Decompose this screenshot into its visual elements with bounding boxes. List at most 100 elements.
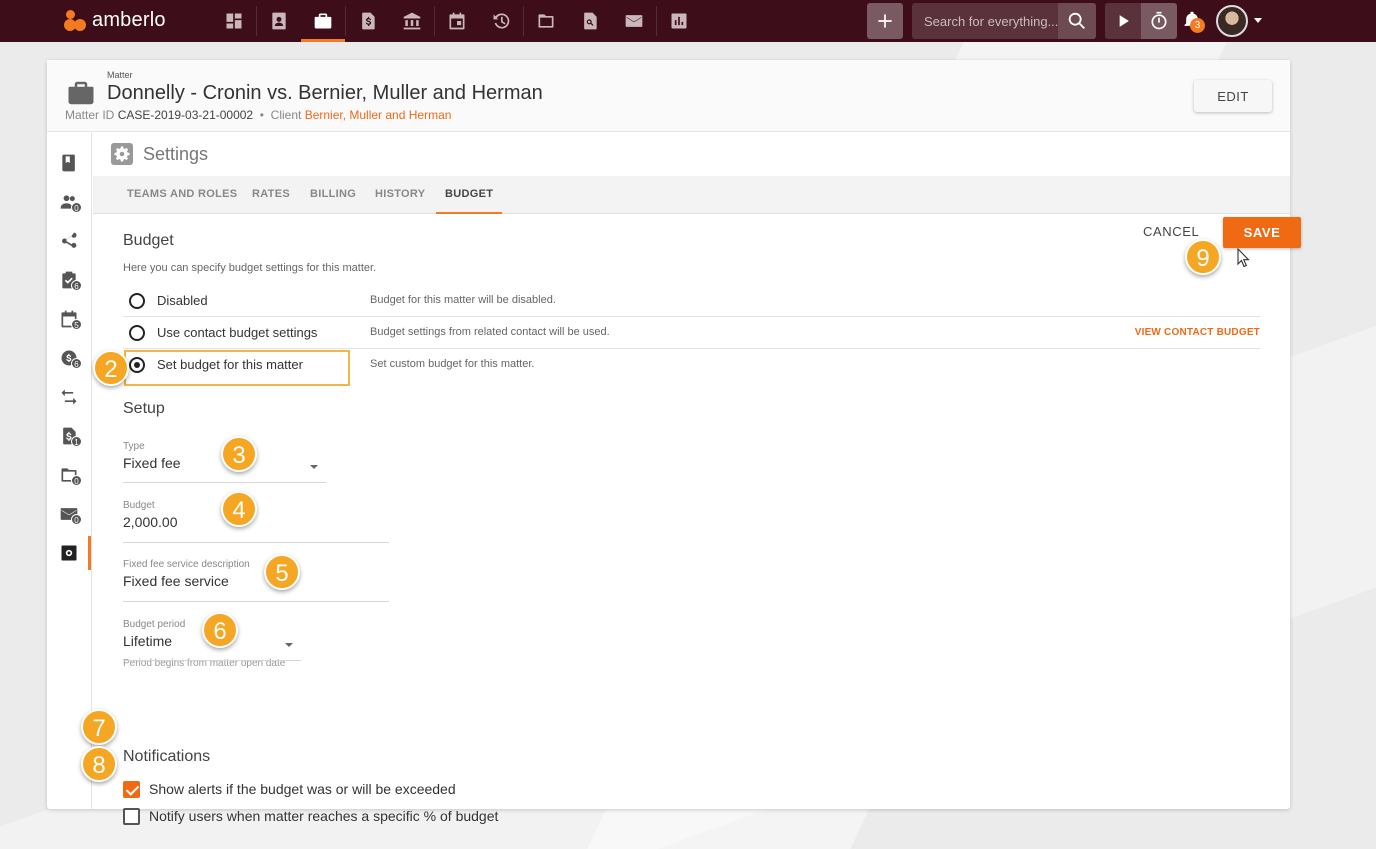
matters-icon[interactable]	[301, 0, 345, 42]
matter-id-label: Matter ID	[65, 108, 115, 122]
gear-icon	[111, 143, 133, 165]
radio-disabled[interactable]	[129, 293, 145, 309]
budget-percent-option[interactable]: Notify users when matter reaches a speci…	[123, 806, 498, 826]
chevron-down-icon	[285, 643, 293, 647]
option-description: Budget for this matter will be disabled.	[370, 294, 556, 306]
client-link[interactable]: Bernier, Muller and Herman	[305, 108, 452, 122]
save-button[interactable]: SAVE	[1223, 217, 1301, 248]
budget-alert-label: Show alerts if the budget was or will be…	[149, 781, 456, 797]
settings-header: Settings	[93, 133, 1290, 176]
documents-icon[interactable]	[524, 0, 568, 42]
reports-icon[interactable]	[657, 0, 701, 42]
step-marker-3: 3	[221, 436, 257, 472]
step-marker-2: 2	[93, 350, 129, 386]
type-select[interactable]: Type Fixed fee	[123, 441, 326, 483]
matter-sidebar: 0 6 5 6 1 0 0	[47, 133, 92, 809]
tab-budget[interactable]: BUDGET	[435, 176, 503, 214]
budget-heading: Budget	[123, 232, 174, 249]
budget-alert-option[interactable]: Show alerts if the budget was or will be…	[123, 779, 456, 799]
timer-controls	[1105, 3, 1177, 39]
stopwatch-icon	[1151, 11, 1167, 30]
chevron-down-icon[interactable]	[1254, 18, 1262, 23]
radio-contact-budget[interactable]	[129, 325, 145, 341]
timer-button[interactable]	[1141, 3, 1177, 39]
calendar-icon[interactable]: 5	[59, 309, 83, 333]
highlight-box	[124, 350, 350, 386]
time-icon[interactable]	[479, 0, 523, 42]
contacts-icon[interactable]	[257, 0, 301, 42]
option-label: Disabled	[157, 293, 208, 308]
budget-percent-checkbox[interactable]	[123, 807, 140, 825]
field-underline	[123, 660, 301, 661]
sidebar-active-indicator	[88, 536, 91, 570]
mail-icon[interactable]: 0	[59, 504, 83, 528]
play-icon	[1119, 15, 1129, 27]
matter-meta: Matter ID CASE-2019-03-21-00002 • Client…	[65, 108, 451, 122]
step-marker-7: 7	[81, 709, 117, 745]
budget-subtitle: Here you can specify budget settings for…	[123, 262, 377, 274]
logo[interactable]: amberlo	[64, 8, 166, 32]
step-marker-9: 9	[1185, 239, 1221, 275]
sidebar-badge: 0	[71, 475, 82, 486]
search-button[interactable]	[1058, 3, 1096, 39]
top-bar: amberlo Search for everything... 3	[0, 0, 1376, 42]
settings-tabs: TEAMS AND ROLES RATES BILLING HISTORY BU…	[93, 176, 1290, 214]
mail-icon[interactable]	[612, 0, 656, 42]
start-timer-button[interactable]	[1105, 3, 1141, 39]
sidebar-badge: 5	[71, 319, 82, 330]
folder-icon[interactable]: 0	[59, 465, 83, 489]
search-input[interactable]	[912, 3, 1058, 39]
step-marker-5: 5	[264, 554, 300, 590]
settings-icon[interactable]	[59, 543, 83, 567]
matter-header: Matter Donnelly - Cronin vs. Bernier, Mu…	[47, 60, 1290, 132]
service-value: Fixed fee service	[123, 573, 229, 589]
bank-icon[interactable]	[390, 0, 434, 42]
plus-icon	[878, 14, 892, 28]
budget-option-contact[interactable]: Use contact budget settings Budget setti…	[123, 317, 1260, 349]
settings-title: Settings	[143, 144, 209, 164]
option-description: Set custom budget for this matter.	[370, 358, 535, 370]
budget-alert-checkbox[interactable]	[123, 780, 140, 798]
book-icon[interactable]	[59, 153, 83, 177]
tab-billing[interactable]: BILLING	[310, 176, 356, 214]
meta-separator: •	[259, 108, 264, 122]
view-contact-budget-link[interactable]: VIEW CONTACT BUDGET	[1135, 327, 1260, 338]
edit-button[interactable]: EDIT	[1194, 80, 1272, 112]
avatar[interactable]	[1216, 5, 1248, 37]
step-marker-6: 6	[202, 612, 238, 648]
document-search-icon[interactable]	[568, 0, 612, 42]
notifications-button[interactable]: 3	[1182, 10, 1205, 33]
main-nav	[212, 0, 701, 42]
calendar-icon[interactable]	[435, 0, 479, 42]
sidebar-badge: 0	[71, 202, 82, 213]
logo-text: amberlo	[92, 8, 166, 31]
share-icon[interactable]	[59, 231, 83, 255]
time-entries-icon[interactable]: 6	[59, 348, 83, 372]
invoices-icon[interactable]	[346, 0, 390, 42]
sidebar-badge: 6	[71, 358, 82, 369]
briefcase-icon	[66, 78, 96, 105]
client-label: Client	[270, 108, 302, 122]
mouse-cursor-icon	[1237, 248, 1250, 268]
tab-history[interactable]: HISTORY	[375, 176, 425, 214]
sidebar-badge: 0	[71, 514, 82, 525]
budget-settings-panel: Budget Here you can specify budget setti…	[93, 214, 1301, 825]
transfer-icon[interactable]	[59, 387, 83, 411]
team-icon[interactable]: 0	[59, 192, 83, 216]
tasks-icon[interactable]: 6	[59, 270, 83, 294]
tab-teams-and-roles[interactable]: TEAMS AND ROLES	[127, 176, 237, 214]
budget-input[interactable]: Budget 2,000.00	[123, 500, 389, 543]
budget-value: 2,000.00	[123, 514, 178, 530]
tab-rates[interactable]: RATES	[252, 176, 290, 214]
service-description-input[interactable]: Fixed fee service description Fixed fee …	[123, 559, 389, 602]
cancel-button[interactable]: CANCEL	[1143, 224, 1199, 239]
invoice-icon[interactable]: 1	[59, 426, 83, 450]
add-new-button[interactable]	[867, 3, 903, 39]
budget-option-disabled[interactable]: Disabled Budget for this matter will be …	[123, 285, 1260, 317]
chevron-down-icon	[310, 465, 318, 469]
field-underline	[123, 601, 389, 602]
dashboard-icon[interactable]	[212, 0, 256, 42]
type-value: Fixed fee	[123, 455, 181, 471]
search-icon	[1068, 12, 1085, 29]
page-title: Donnelly - Cronin vs. Bernier, Muller an…	[107, 82, 543, 104]
